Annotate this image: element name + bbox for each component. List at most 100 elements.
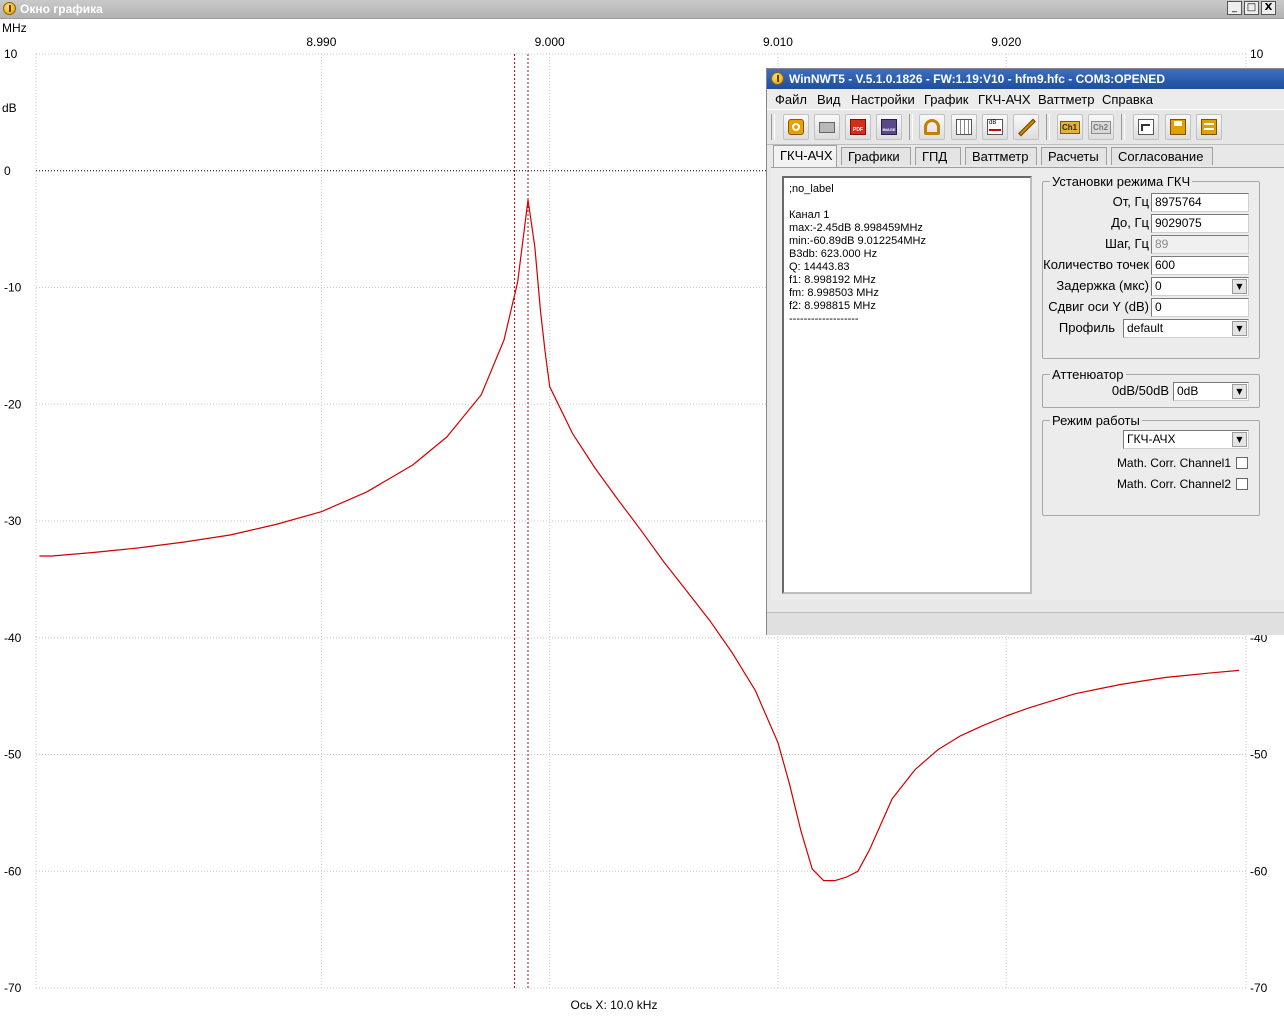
probe-icon xyxy=(1018,118,1036,137)
minimize-button[interactable]: _ xyxy=(1227,1,1242,15)
app-logo-icon xyxy=(3,2,16,15)
menu-sweep[interactable]: ГКЧ-АЧХ xyxy=(978,92,1031,107)
y-tick-label: -20 xyxy=(4,397,22,411)
y-tick-label: -60 xyxy=(4,864,22,878)
info-line: min:-60.89dB 9.012254MHz xyxy=(789,235,926,247)
mode-select-value: ГКЧ-АЧХ xyxy=(1127,432,1176,446)
winnwt-title: WinNWT5 - V.5.1.0.1826 - FW:1.19:V10 - h… xyxy=(789,72,1165,86)
db-scale-icon: dB xyxy=(987,119,1003,135)
info-line: max:-2.45dB 8.998459MHz xyxy=(789,222,923,234)
menu-bar: Файл Вид Настройки График ГКЧ-АЧХ Ваттме… xyxy=(767,89,1284,109)
math-corr-channel1-checkbox[interactable] xyxy=(1236,457,1248,469)
calibration-button[interactable] xyxy=(1013,114,1039,140)
x-unit-label: MHz xyxy=(2,21,27,35)
attenuator-group: Аттенюатор 0dB/50dB 0dB ▼ xyxy=(1042,367,1260,408)
maximize-button[interactable]: □ xyxy=(1244,1,1259,15)
settings-tools-button[interactable] xyxy=(919,114,945,140)
delay-label: Задержка (мкс) xyxy=(1056,278,1149,293)
menu-settings[interactable]: Настройки xyxy=(851,92,915,107)
info-line: f2: 8.998815 MHz xyxy=(789,300,876,312)
y-tick-label-right: 10 xyxy=(1250,47,1264,61)
to-frequency-input[interactable]: 9029075 xyxy=(1151,214,1249,233)
winnwt-titlebar[interactable]: WinNWT5 - V.5.1.0.1826 - FW:1.19:V10 - h… xyxy=(767,69,1284,89)
attenuator-select[interactable]: 0dB ▼ xyxy=(1173,382,1249,401)
sweep-settings-group: Установки режима ГКЧ От, Гц 8975764 До, … xyxy=(1042,174,1260,359)
from-frequency-input[interactable]: 8975764 xyxy=(1151,193,1249,212)
profile-select-value: default xyxy=(1127,321,1164,335)
profile-label: Профиль xyxy=(1058,320,1115,335)
x-tick-label: 9.020 xyxy=(991,35,1021,49)
to-label: До, Гц xyxy=(1111,215,1149,230)
info-line: Q: 14443.83 xyxy=(789,261,850,273)
image-icon-label: IMAGE xyxy=(882,127,896,132)
delay-select[interactable]: 0 ▼ xyxy=(1151,277,1249,296)
tab-vfo[interactable]: ГПД xyxy=(915,147,961,165)
y-tick-label: -10 xyxy=(4,281,22,295)
channel1-button[interactable]: Ch1 xyxy=(1057,114,1083,140)
db-scale-button[interactable]: dB xyxy=(982,114,1008,140)
printer-icon xyxy=(819,122,835,133)
swap-arrows-icon xyxy=(1201,119,1217,135)
tab-wattmeter[interactable]: Ваттметр xyxy=(965,147,1037,165)
info-line: Канал 1 xyxy=(789,209,830,221)
menu-graph[interactable]: График xyxy=(924,92,968,107)
menu-help[interactable]: Справка xyxy=(1102,92,1153,107)
toolbar-separator xyxy=(1046,114,1050,140)
load-button[interactable] xyxy=(1196,114,1222,140)
chevron-down-icon[interactable]: ▼ xyxy=(1232,432,1247,447)
chevron-down-icon[interactable]: ▼ xyxy=(1232,321,1247,336)
attenuator-legend: Аттенюатор xyxy=(1050,367,1126,382)
points-input[interactable]: 600 xyxy=(1151,256,1249,275)
info-line: B3db: 623.000 Hz xyxy=(789,248,878,260)
status-strip xyxy=(767,612,1284,635)
y-tick-label: -40 xyxy=(4,631,22,645)
db-icon-label: dB xyxy=(989,120,997,126)
channel2-button[interactable]: Ch2 xyxy=(1088,114,1114,140)
export-image-button[interactable]: IMAGE xyxy=(876,114,902,140)
grid-icon xyxy=(956,119,972,135)
yshift-label: Сдвиг оси Y (dB) xyxy=(1048,299,1149,314)
from-label: От, Гц xyxy=(1112,194,1149,209)
chevron-down-icon[interactable]: ▼ xyxy=(1232,279,1247,294)
toolbar-separator xyxy=(909,114,913,140)
y-tick-label-right: -60 xyxy=(1250,864,1268,878)
menu-view[interactable]: Вид xyxy=(817,92,841,107)
sweep-settings-legend: Установки режима ГКЧ xyxy=(1050,174,1193,189)
x-tick-label: 9.000 xyxy=(535,35,565,49)
tab-graphs[interactable]: Графики xyxy=(841,147,911,165)
math-corr-channel2-checkbox[interactable] xyxy=(1236,478,1248,490)
profile-select[interactable]: default ▼ xyxy=(1123,319,1249,338)
close-button[interactable]: X xyxy=(1261,1,1276,15)
save-button[interactable] xyxy=(1165,114,1191,140)
menu-file[interactable]: Файл xyxy=(775,92,807,107)
channel1-icon: Ch1 xyxy=(1060,121,1080,134)
cursor-grid-button[interactable] xyxy=(951,114,977,140)
x-tick-label: 8.990 xyxy=(306,35,336,49)
export-pdf-button[interactable]: PDF xyxy=(845,114,871,140)
mode-select[interactable]: ГКЧ-АЧХ ▼ xyxy=(1123,430,1249,449)
print-button[interactable] xyxy=(814,114,840,140)
attenuator-select-value: 0dB xyxy=(1177,384,1199,398)
floppy-icon xyxy=(1170,119,1186,135)
single-sweep-button[interactable] xyxy=(1133,114,1159,140)
channel2-icon-label: Ch2 xyxy=(1093,123,1109,132)
step-label: Шаг, Гц xyxy=(1104,236,1149,251)
menu-wattmeter[interactable]: Ваттметр xyxy=(1038,92,1094,107)
yshift-input[interactable]: 0 xyxy=(1151,298,1249,317)
info-line: ;no_label xyxy=(789,183,834,195)
tab-matching[interactable]: Согласование xyxy=(1111,147,1213,165)
toolbar-grip xyxy=(771,114,775,140)
power-button[interactable] xyxy=(783,114,809,140)
y-tick-label: -70 xyxy=(4,981,22,995)
y-tick-label: -30 xyxy=(4,514,22,528)
measurement-info-box[interactable]: ;no_label Канал 1 max:-2.45dB 8.998459MH… xyxy=(782,176,1032,594)
tab-sweep[interactable]: ГКЧ-АЧХ xyxy=(773,145,837,167)
sweep-tab-panel: ;no_label Канал 1 max:-2.45dB 8.998459MH… xyxy=(771,167,1284,600)
y-tick-label-right: -50 xyxy=(1250,748,1268,762)
points-label: Количество точек xyxy=(1043,257,1149,272)
chevron-down-icon[interactable]: ▼ xyxy=(1232,384,1247,399)
winnwt-logo-icon xyxy=(771,72,784,85)
tab-calculations[interactable]: Расчеты xyxy=(1041,147,1107,165)
tab-bar: ГКЧ-АЧХ Графики ГПД Ваттметр Расчеты Сог… xyxy=(767,145,1284,167)
graph-window-titlebar[interactable]: Окно графика _ □ X xyxy=(0,0,1284,19)
